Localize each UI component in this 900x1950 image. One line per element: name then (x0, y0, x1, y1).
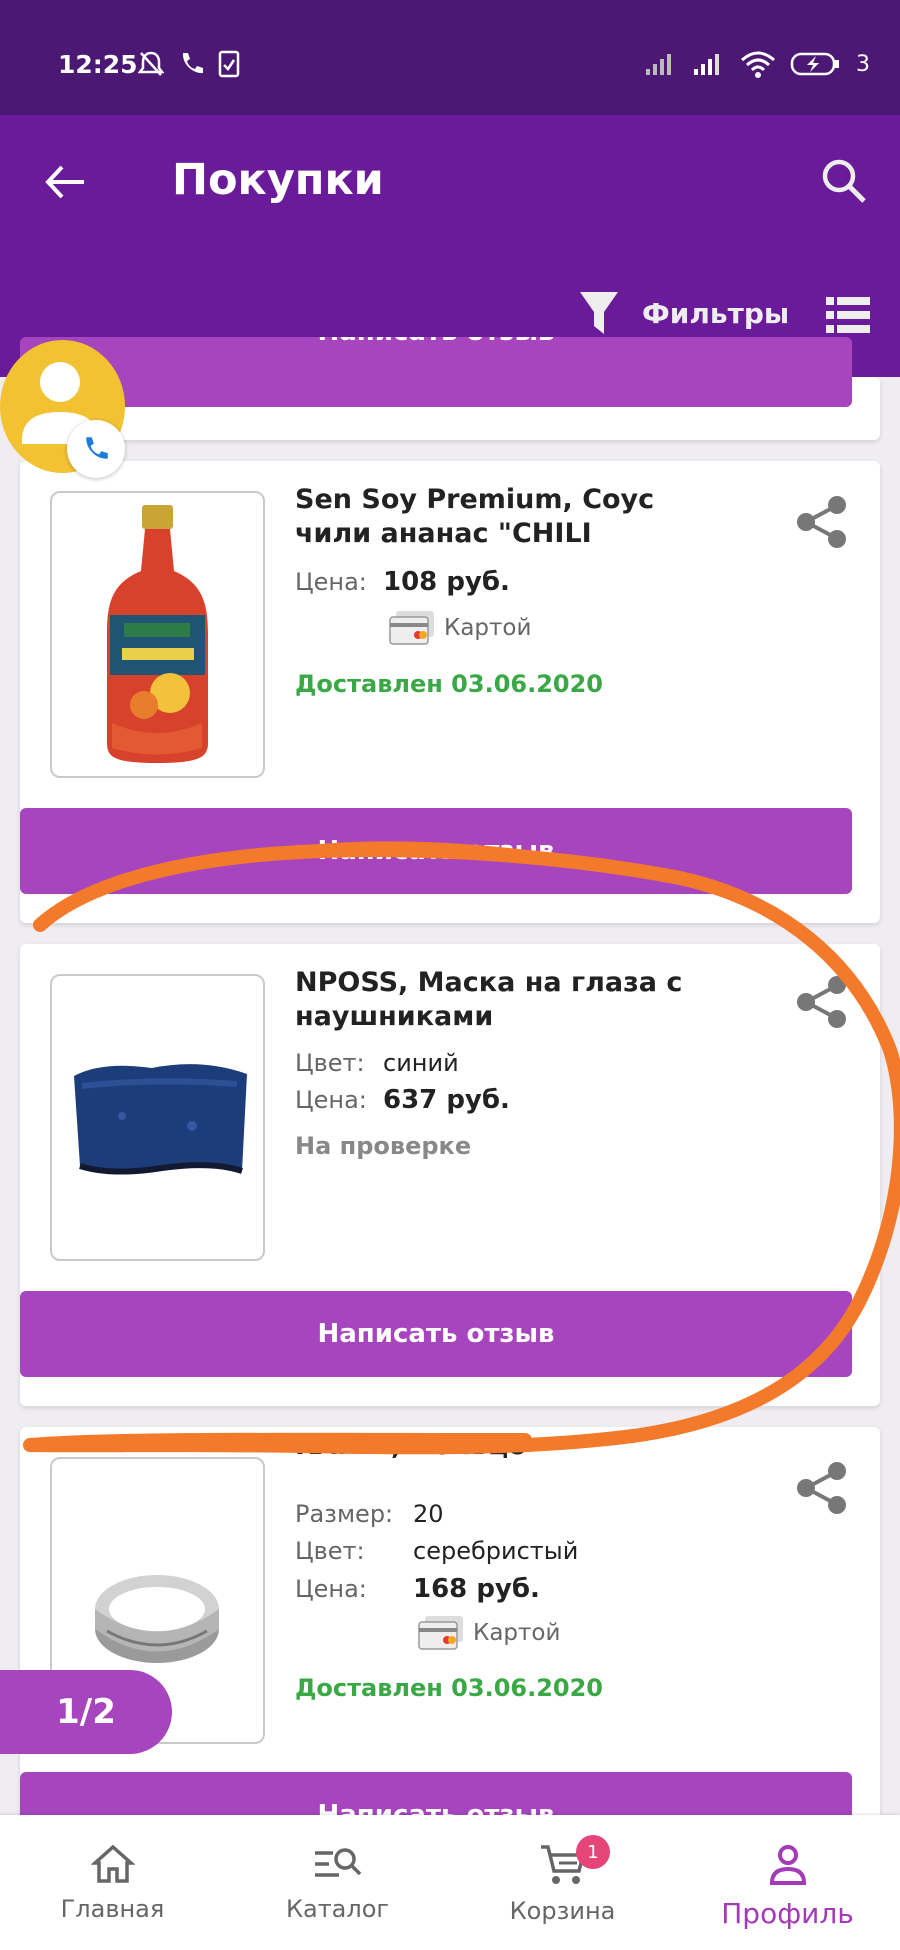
wifi-icon (741, 51, 775, 78)
write-review-button[interactable]: Написать отзыв (20, 337, 852, 407)
nav-home[interactable]: Главная (0, 1815, 225, 1950)
share-button[interactable] (794, 1460, 850, 1516)
order-card[interactable]: Sen Soy Premium, Соус чили ананас "CHILI… (20, 461, 880, 923)
phone-icon (182, 53, 203, 74)
price-value: 168 руб. (413, 1574, 540, 1604)
status-right-icons: 3 (644, 50, 870, 78)
call-button[interactable] (67, 420, 125, 478)
product-image[interactable] (50, 491, 265, 778)
product-name[interactable]: KARAT, Кольцо (295, 1429, 715, 1463)
price-label: Цена: (295, 568, 367, 596)
write-review-label: Написать отзыв (317, 836, 555, 866)
payment-label: Картой (473, 1620, 561, 1646)
filters-label: Фильтры (642, 296, 790, 330)
home-icon (90, 1844, 135, 1883)
eye-mask-image (74, 1064, 247, 1175)
write-review-button[interactable]: Написать отзыв (20, 1291, 852, 1377)
page-title: Покупки (172, 155, 384, 205)
search-button[interactable] (818, 155, 870, 207)
product-name[interactable]: Sen Soy Premium, Соус чили ананас "CHILI (295, 483, 715, 551)
back-button[interactable] (40, 157, 90, 207)
payment-method: Картой (417, 1614, 560, 1652)
status-left-icons (138, 50, 240, 78)
list-view-button[interactable] (826, 295, 870, 335)
order-card-previous: Написать отзыв (20, 337, 880, 440)
order-card[interactable]: NPOSS, Маска на глаза с наушниками Цвет:… (20, 944, 880, 1406)
size-row: Размер: 20 (295, 1500, 444, 1528)
payment-method: Картой (388, 609, 531, 647)
color-value: серебристый (413, 1537, 579, 1565)
nav-cart-label: Корзина (509, 1897, 616, 1925)
share-button[interactable] (794, 494, 850, 550)
review-status: На проверке (295, 1132, 472, 1160)
search-icon (822, 159, 866, 203)
color-label: Цвет: (295, 1049, 365, 1077)
filters-button[interactable]: Фильтры (578, 290, 789, 336)
bell-off-icon (138, 51, 164, 76)
profile-icon (769, 1845, 806, 1885)
price-label: Цена: (295, 1086, 367, 1114)
share-button[interactable] (794, 974, 850, 1030)
nav-profile-label: Профиль (721, 1897, 854, 1930)
color-label: Цвет: (295, 1537, 365, 1565)
product-image[interactable] (50, 974, 265, 1261)
delivery-status: Доставлен 03.06.2020 (295, 670, 604, 698)
price-value: 108 руб. (383, 567, 510, 597)
product-name[interactable]: NPOSS, Маска на глаза с наушниками (295, 966, 715, 1034)
credit-card-icon (389, 611, 434, 645)
size-value: 20 (413, 1500, 444, 1528)
signal-icon (646, 54, 671, 75)
payment-label: Картой (444, 615, 532, 641)
share-icon (797, 496, 846, 548)
order-card[interactable]: KARAT, Кольцо Размер: 20 Цвет: серебристый… (20, 1427, 880, 1858)
bottom-navigation: Главная Каталог 1 Корзина Профиль (0, 1815, 900, 1950)
nav-cart[interactable]: 1 Корзина (450, 1815, 675, 1950)
nav-catalog-label: Каталог (285, 1895, 390, 1923)
size-label: Размер: (295, 1500, 394, 1528)
signal-icon-2 (694, 54, 719, 75)
arrow-left-icon (45, 165, 84, 199)
color-row: Цвет: синий (295, 1049, 459, 1077)
phone-icon (86, 437, 108, 459)
list-icon (826, 297, 870, 333)
color-row: Цвет: серебристый (295, 1537, 578, 1565)
status-time: 12:25 (58, 50, 138, 79)
price-value: 637 руб. (383, 1085, 510, 1115)
price-row: Цена: 108 руб. (295, 567, 510, 597)
page-indicator: 1/2 (0, 1670, 172, 1754)
sim-icon (218, 50, 240, 78)
write-review-label: Написать отзыв (317, 337, 554, 347)
price-row: Цена: 637 руб. (295, 1085, 510, 1115)
share-icon (797, 1462, 846, 1514)
write-review-label: Написать отзыв (317, 1319, 555, 1349)
funnel-icon (580, 292, 618, 334)
nav-profile[interactable]: Профиль (675, 1815, 900, 1950)
color-value: синий (383, 1049, 459, 1077)
write-review-button[interactable]: Написать отзыв (20, 808, 852, 894)
status-bar: 12:25 3 (0, 0, 900, 115)
price-row: Цена: 168 руб. (295, 1574, 540, 1604)
credit-card-icon (418, 1616, 463, 1650)
share-icon (797, 976, 846, 1028)
battery-percent: 3 (856, 51, 870, 77)
nav-catalog[interactable]: Каталог (225, 1815, 450, 1950)
cart-count-badge: 1 (576, 1835, 610, 1869)
catalog-search-icon (314, 1848, 361, 1877)
delivery-status: Доставлен 03.06.2020 (295, 1674, 604, 1702)
nav-home-label: Главная (60, 1895, 165, 1923)
price-label: Цена: (295, 1575, 367, 1603)
battery-icon (790, 52, 839, 76)
sauce-bottle-image (107, 505, 208, 763)
